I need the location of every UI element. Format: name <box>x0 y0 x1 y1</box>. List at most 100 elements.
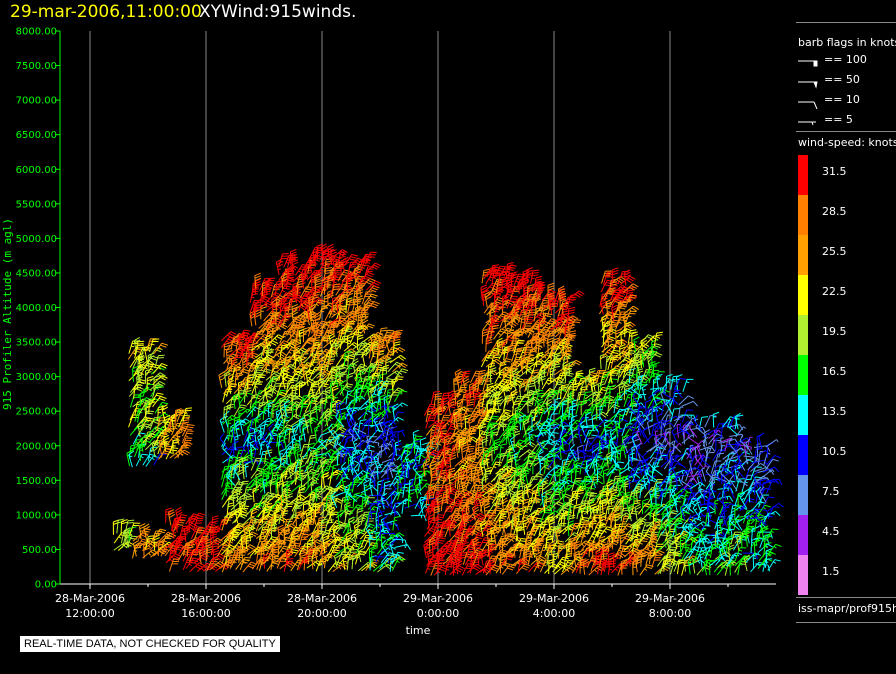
wind-barb <box>673 429 690 436</box>
y-tick-label: 3000.00 <box>16 372 57 383</box>
wind-barb <box>566 359 582 370</box>
wind-barb <box>753 539 761 556</box>
flag-10-label: == 10 <box>824 93 860 106</box>
wind-barb <box>541 377 555 390</box>
wind-barb <box>376 447 390 455</box>
colorbar-swatch <box>798 555 808 595</box>
wind-barb <box>607 560 617 575</box>
y-tick-label: 2500.00 <box>16 407 57 418</box>
y-tick-label: 4000.00 <box>16 303 57 314</box>
wind-barb <box>485 336 493 352</box>
colorbar-swatch <box>798 315 808 355</box>
wind-barb <box>132 539 140 557</box>
x-tick-label-time: 12:00:00 <box>65 607 114 620</box>
y-tick-label: 0.00 <box>35 580 57 591</box>
wind-barb <box>322 471 330 488</box>
y-tick-label: 500.00 <box>22 545 57 556</box>
wind-barb <box>755 563 771 572</box>
wind-barb <box>387 361 403 373</box>
wind-barb <box>392 515 401 531</box>
wind-barb <box>718 423 735 430</box>
wind-barb <box>407 462 415 479</box>
colorbar-swatch <box>798 235 808 275</box>
y-tick-label: 1000.00 <box>16 510 57 521</box>
wind-barb <box>635 537 649 551</box>
colorbar-swatch <box>798 395 808 435</box>
wind-barb <box>242 561 258 573</box>
flag-5-icon <box>798 121 816 126</box>
colorbar-label: 13.5 <box>822 405 847 418</box>
wind-barb <box>571 404 579 421</box>
flag-100-icon <box>798 60 818 67</box>
wind-barb <box>698 445 716 452</box>
colorbar-swatch <box>798 435 808 475</box>
colorbar-swatch <box>798 195 808 235</box>
colorbar-label: 31.5 <box>822 165 847 178</box>
wind-barb <box>748 486 755 503</box>
colorbar-swatch <box>798 355 808 395</box>
flag-5-label: == 5 <box>824 113 853 126</box>
wind-barb <box>583 522 593 537</box>
x-tick-label-date: 29-Mar-2006 <box>403 592 473 605</box>
x-tick-label-time: 20:00:00 <box>297 607 346 620</box>
wind-barb <box>672 389 681 405</box>
wind-barb <box>410 454 427 464</box>
colorbar-label: 1.5 <box>822 565 840 578</box>
wind-barb <box>270 351 287 360</box>
colorbar-swatch <box>798 515 808 555</box>
wind-barb <box>378 443 393 448</box>
y-tick-label: 7500.00 <box>16 61 57 72</box>
wind-barb <box>388 392 400 406</box>
wind-barb <box>326 549 340 562</box>
x-tick-label-date: 28-Mar-2006 <box>55 592 125 605</box>
wind-barb <box>577 444 584 461</box>
wind-barb <box>290 474 306 485</box>
wind-barb <box>404 503 421 510</box>
wind-barb <box>676 423 680 438</box>
colorbar-label: 16.5 <box>822 365 847 378</box>
colorbar-swatch <box>798 475 808 515</box>
colorbar-label: 7.5 <box>822 485 840 498</box>
wind-barb <box>254 272 262 289</box>
x-tick-label-time: 16:00:00 <box>181 607 230 620</box>
wind-barb <box>681 400 699 407</box>
wind-barb <box>733 516 744 530</box>
x-tick-label-date: 28-Mar-2006 <box>287 592 357 605</box>
wind-barb <box>282 366 290 382</box>
y-axis-label: 915 Profiler Altitude (m agl) <box>1 218 14 410</box>
wind-barb <box>389 354 406 364</box>
colorbar-swatch <box>798 155 808 195</box>
wind-barb <box>718 444 726 458</box>
wind-barb <box>358 387 369 402</box>
wind-barb <box>153 412 171 422</box>
wind-barb <box>600 395 615 407</box>
wind-barb <box>346 333 354 349</box>
wind-barb <box>765 454 781 466</box>
wind-barb <box>676 474 683 491</box>
y-tick-label: 4500.00 <box>16 268 57 279</box>
y-tick-label: 7000.00 <box>16 96 57 107</box>
x-tick-label-time: 8:00:00 <box>649 607 691 620</box>
wind-barb <box>639 564 654 576</box>
colorbar-label: 28.5 <box>822 205 847 218</box>
colorbar-label: 4.5 <box>822 525 840 538</box>
wind-barb <box>641 383 648 401</box>
flag-10-icon <box>798 101 818 110</box>
y-tick-label: 8000.00 <box>16 27 57 38</box>
wind-barb <box>701 467 707 482</box>
wind-barb <box>735 426 747 438</box>
colorbar-label: 10.5 <box>822 445 847 458</box>
wind-barb <box>291 499 304 512</box>
legend-panel: barb flags in knots == 100 == 50 == 10 =… <box>790 0 896 674</box>
flag-100-label: == 100 <box>824 53 867 66</box>
y-tick-label: 5500.00 <box>16 199 57 210</box>
colorbar-label: 25.5 <box>822 245 847 258</box>
wind-barb <box>391 376 404 390</box>
wind-barb <box>767 559 781 571</box>
wind-barb <box>352 358 359 375</box>
wind-barb <box>388 416 404 427</box>
flag-50-label: == 50 <box>824 73 860 86</box>
y-tick-label: 3500.00 <box>16 338 57 349</box>
x-tick-label-date: 29-Mar-2006 <box>635 592 705 605</box>
wind-barb <box>129 522 141 536</box>
